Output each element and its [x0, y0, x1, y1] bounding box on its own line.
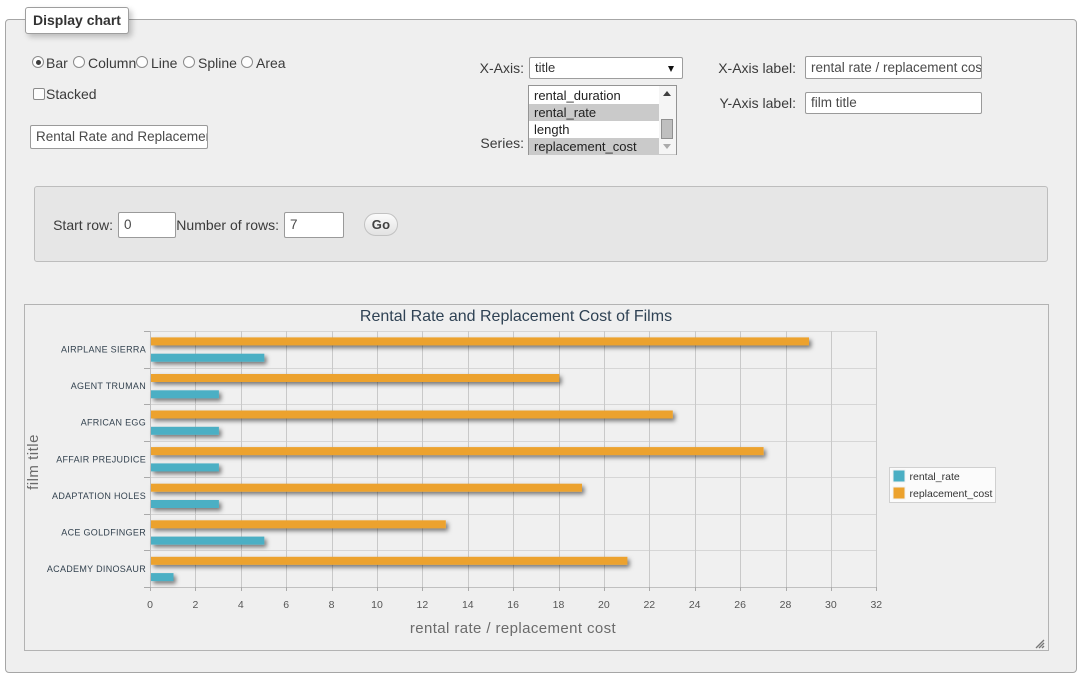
svg-text:30: 30 [825, 599, 837, 611]
svg-text:ACADEMY DINOSAUR: ACADEMY DINOSAUR [47, 564, 146, 574]
svg-text:4: 4 [238, 599, 244, 611]
svg-text:10: 10 [371, 599, 383, 611]
svg-text:20: 20 [598, 599, 610, 611]
svg-text:rental_rate: rental_rate [910, 471, 960, 483]
svg-text:0: 0 [147, 599, 153, 611]
svg-text:6: 6 [283, 599, 289, 611]
svg-text:26: 26 [734, 599, 746, 611]
svg-text:ADAPTATION HOLES: ADAPTATION HOLES [52, 491, 146, 501]
svg-text:14: 14 [462, 599, 474, 611]
svg-text:Rental Rate and Replacement Co: Rental Rate and Replacement Cost of Film… [360, 308, 672, 325]
svg-text:AFFAIR PREJUDICE: AFFAIR PREJUDICE [56, 454, 146, 464]
svg-text:AFRICAN EGG: AFRICAN EGG [81, 418, 146, 428]
svg-text:AIRPLANE SIERRA: AIRPLANE SIERRA [61, 345, 146, 355]
svg-text:22: 22 [643, 599, 655, 611]
svg-text:18: 18 [553, 599, 565, 611]
svg-text:2: 2 [192, 599, 198, 611]
svg-text:28: 28 [780, 599, 792, 611]
svg-text:rental rate / replacement cost: rental rate / replacement cost [410, 620, 617, 637]
svg-text:film title: film title [25, 434, 42, 490]
svg-text:32: 32 [870, 599, 882, 611]
svg-text:8: 8 [329, 599, 335, 611]
svg-text:ACE GOLDFINGER: ACE GOLDFINGER [61, 527, 146, 537]
svg-text:replacement_cost: replacement_cost [910, 488, 993, 500]
svg-text:AGENT TRUMAN: AGENT TRUMAN [71, 381, 146, 391]
svg-text:24: 24 [689, 599, 701, 611]
svg-text:16: 16 [507, 599, 519, 611]
svg-text:12: 12 [417, 599, 429, 611]
